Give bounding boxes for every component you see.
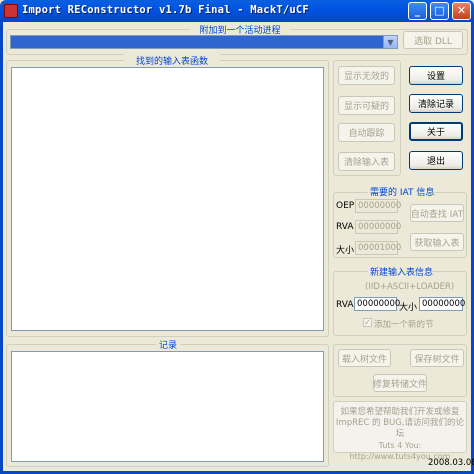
oep-field[interactable]: 00000000 xyxy=(355,199,401,213)
new-size-label: 大小 xyxy=(399,303,418,313)
add-section-label: 添加一个新的节 xyxy=(374,320,434,330)
iat-info-label: 需要的 IAT 信息 xyxy=(368,185,434,198)
chevron-down-icon[interactable]: ▼ xyxy=(383,36,397,48)
size-field[interactable]: 00001000 xyxy=(355,241,401,255)
close-button[interactable]: ✕ xyxy=(452,2,471,20)
exit-button[interactable]: 退出 xyxy=(409,151,463,170)
size-label: 大小 xyxy=(336,246,355,256)
about-button[interactable]: 关于 xyxy=(409,122,463,141)
new-import-subtitle: (IID+ASCII+LOADER) xyxy=(365,282,455,292)
new-rva-field[interactable]: 00000000 xyxy=(354,297,400,311)
maximize-button[interactable]: □ xyxy=(430,2,449,20)
info-line-1: 如果您希望帮助我们开发或修复 xyxy=(340,407,460,417)
clear-log-button[interactable]: 清除记录 xyxy=(409,94,463,113)
info-panel: 如果您希望帮助我们开发或修复 ImpREC 的 BUG,请访问我们的论坛 Tut… xyxy=(333,401,467,461)
get-imports-button[interactable]: 获取输入表 xyxy=(410,233,464,251)
window-title: Import REConstructor v1.7b Final - MackT… xyxy=(22,4,309,16)
imports-tree[interactable] xyxy=(11,67,324,331)
new-import-label: 新建输入表信息 xyxy=(368,265,433,278)
rva-label: RVA xyxy=(336,222,354,232)
iat-autosearch-button[interactable]: 自动查找 IAT xyxy=(410,204,464,222)
oep-label: OEP xyxy=(336,201,355,211)
window-frame-left xyxy=(0,22,3,474)
app-icon xyxy=(4,4,18,18)
rva-field[interactable]: 00000000 xyxy=(355,220,401,234)
info-line-2: ImpREC 的 BUG,请访问我们的论坛 xyxy=(335,418,465,439)
process-select-value xyxy=(11,36,14,46)
add-section-checkbox[interactable]: ✓ xyxy=(363,318,372,327)
process-select[interactable]: ▼ xyxy=(10,35,398,49)
new-rva-label: RVA xyxy=(336,300,354,310)
log-listbox[interactable] xyxy=(11,351,324,462)
status-date: 2008.03.08 xyxy=(428,458,474,468)
new-size-field[interactable]: 00000000 xyxy=(419,297,465,311)
pick-dll-button[interactable]: 选取 DLL xyxy=(403,31,463,49)
options-button[interactable]: 设置 xyxy=(409,66,463,85)
import-ops-frame xyxy=(333,60,401,176)
minimize-button[interactable]: _ xyxy=(408,2,427,20)
imports-group-label: 找到的输入表函数 xyxy=(124,54,220,67)
tree-ops-frame xyxy=(333,344,467,397)
log-group-label: 记录 xyxy=(156,338,180,351)
